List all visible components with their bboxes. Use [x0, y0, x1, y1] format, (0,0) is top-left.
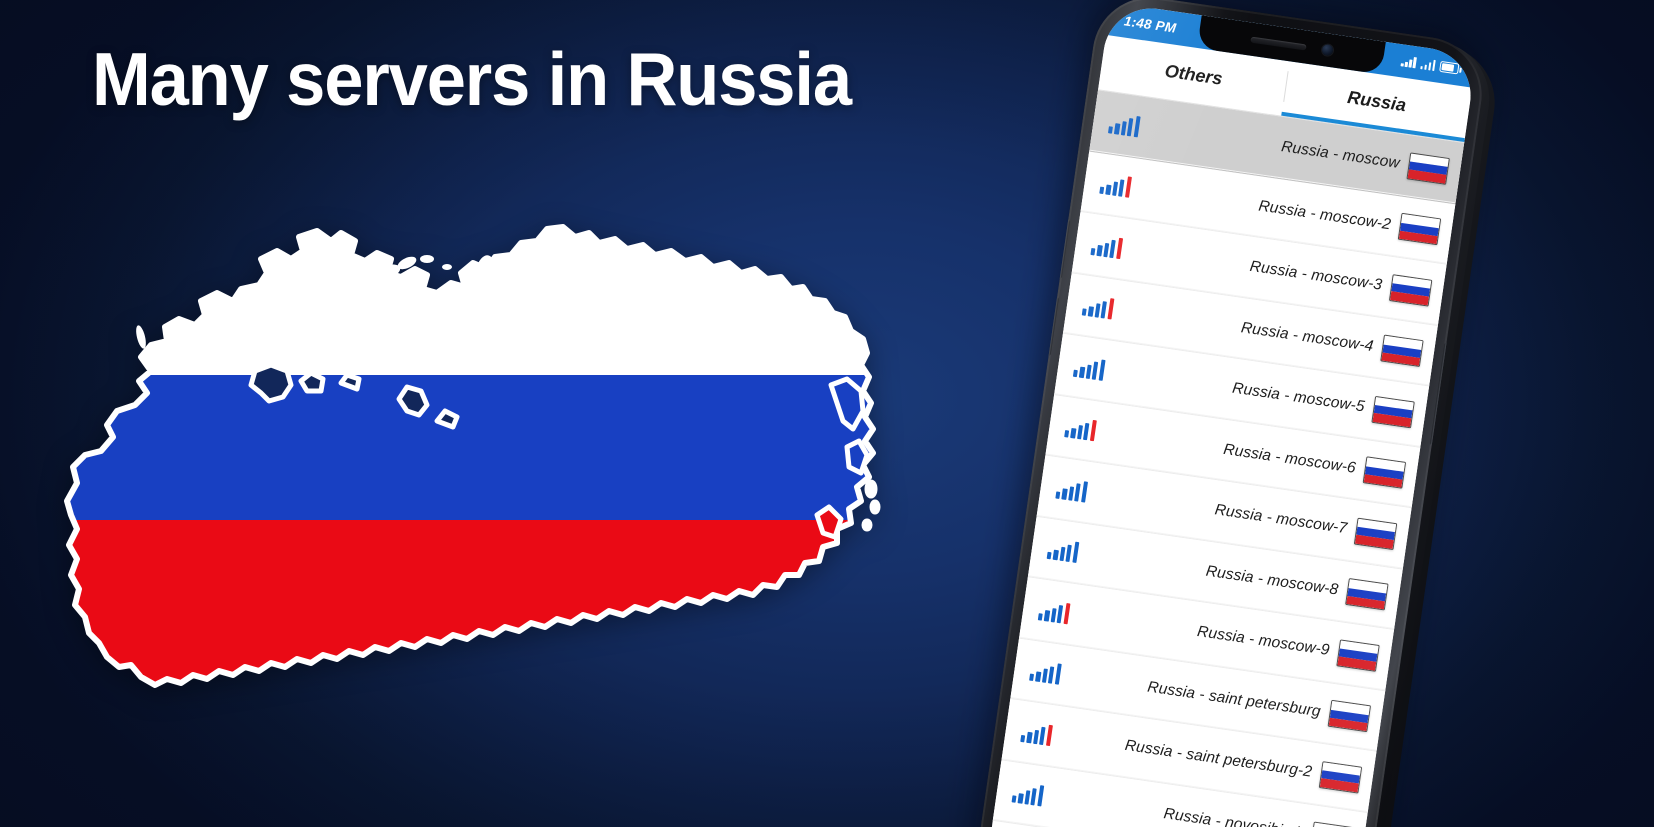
battery-icon	[1439, 60, 1460, 75]
signal-strength-icon	[1072, 356, 1110, 382]
russia-flag-icon	[1406, 152, 1450, 185]
front-camera-icon	[1320, 43, 1334, 57]
earpiece-speaker-icon	[1249, 36, 1307, 50]
russia-flag-icon	[1388, 273, 1433, 307]
signal-strength-icon	[1046, 538, 1084, 564]
status-bar-time: 1:48 PM	[1123, 13, 1178, 36]
server-name-label: Russia - moscow-5	[1231, 379, 1366, 416]
cellular-bars-icon	[1400, 55, 1417, 69]
cellular-bars-icon	[1419, 58, 1436, 72]
tab-others-label: Others	[1163, 60, 1224, 89]
server-name-label: Russia - moscow-6	[1222, 440, 1357, 477]
russia-flag-icon	[1309, 821, 1354, 827]
russia-flag-icon	[1327, 700, 1371, 733]
server-name-label: Russia - moscow-7	[1213, 501, 1349, 538]
signal-strength-icon	[1029, 660, 1066, 686]
russia-flag-icon	[1353, 517, 1398, 550]
signal-strength-icon	[1055, 477, 1092, 503]
server-name-label: Russia - moscow	[1280, 138, 1401, 173]
signal-strength-icon	[1099, 173, 1136, 199]
status-bar-icons	[1400, 55, 1460, 75]
russia-flag-icon	[1371, 395, 1415, 429]
tab-russia-label: Russia	[1346, 87, 1408, 116]
server-name-label: Russia - saint petersburg-2	[1123, 737, 1314, 781]
server-name-label: Russia - moscow-9	[1196, 623, 1331, 660]
signal-strength-icon	[1090, 234, 1127, 260]
server-name-label: Russia - saint petersburg	[1146, 678, 1322, 721]
russia-flag-icon	[1318, 760, 1363, 794]
russia-map-svg	[64, 224, 881, 688]
russia-flag-icon	[1345, 578, 1389, 611]
server-name-label: Russia - novosibirsk	[1162, 804, 1305, 827]
page-title: Many servers in Russia	[92, 37, 852, 121]
signal-strength-icon	[1107, 112, 1145, 138]
signal-strength-icon	[1081, 295, 1119, 321]
russia-flag-icon	[1380, 334, 1424, 368]
map-tricolor-fill	[67, 227, 873, 685]
signal-strength-icon	[1037, 599, 1075, 625]
russia-flag-icon	[1336, 639, 1380, 672]
server-name-label: Russia - moscow-4	[1239, 318, 1375, 355]
signal-strength-icon	[1011, 782, 1049, 808]
russia-flag-icon	[1362, 456, 1407, 489]
server-name-label: Russia - moscow-3	[1248, 258, 1384, 294]
server-name-label: Russia - moscow-8	[1204, 562, 1340, 599]
russia-flag-icon	[1397, 213, 1442, 246]
signal-strength-icon	[1020, 721, 1057, 747]
server-name-label: Russia - moscow-2	[1257, 197, 1393, 234]
signal-strength-icon	[1064, 416, 1101, 442]
russia-map	[55, 215, 895, 715]
